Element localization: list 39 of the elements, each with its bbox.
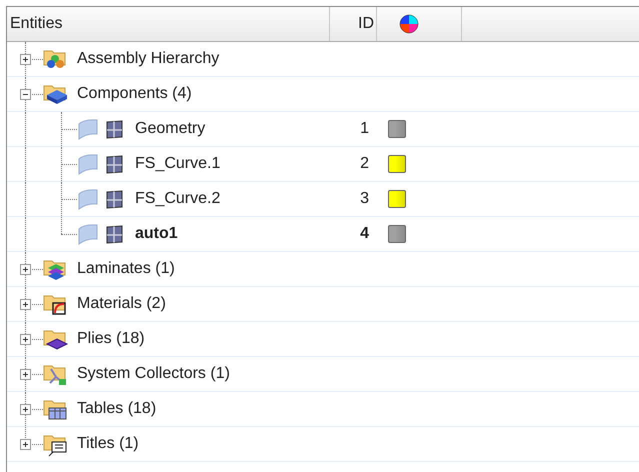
id-value: 4 [360,225,369,243]
expand-icon[interactable] [20,264,31,275]
expand-icon[interactable] [20,369,31,380]
column-header[interactable]: Entities [10,15,62,33]
collapse-icon[interactable] [20,89,31,100]
color-swatch[interactable] [388,155,406,173]
expand-icon[interactable] [20,54,31,65]
expand-icon[interactable] [20,439,31,450]
grid-icon [105,154,125,174]
id-value: 1 [360,120,369,138]
tree-item[interactable]: Geometry [135,120,206,138]
column-header[interactable]: ID [358,15,374,33]
tree-item[interactable]: System Collectors (1) [77,365,230,383]
tree-item[interactable]: Materials (2) [77,295,166,313]
id-value: 3 [360,190,369,208]
tree-item[interactable]: Components (4) [77,85,192,103]
tree-item[interactable]: FS_Curve.2 [135,190,220,208]
grid-icon [105,119,125,139]
expand-icon[interactable] [20,334,31,345]
tree-item[interactable]: auto1 [135,225,178,243]
id-value: 2 [360,155,369,173]
expand-icon[interactable] [20,404,31,415]
color-swatch[interactable] [388,190,406,208]
grid-icon [105,189,125,209]
tree-item[interactable]: Plies (18) [77,330,145,348]
tree-item[interactable]: Tables (18) [77,400,156,418]
color-swatch[interactable] [388,225,406,243]
tree-item[interactable]: Titles (1) [77,435,139,453]
expand-icon[interactable] [20,299,31,310]
surface-icon [77,153,99,175]
grid-icon [105,224,125,244]
surface-icon [77,188,99,210]
surface-icon [77,118,99,140]
tree-item[interactable]: FS_Curve.1 [135,155,220,173]
color-swatch[interactable] [388,120,406,138]
color-wheel-icon[interactable] [399,14,419,34]
surface-icon [77,223,99,245]
tree-item[interactable]: Laminates (1) [77,260,175,278]
tree-item[interactable]: Assembly Hierarchy [77,50,220,68]
